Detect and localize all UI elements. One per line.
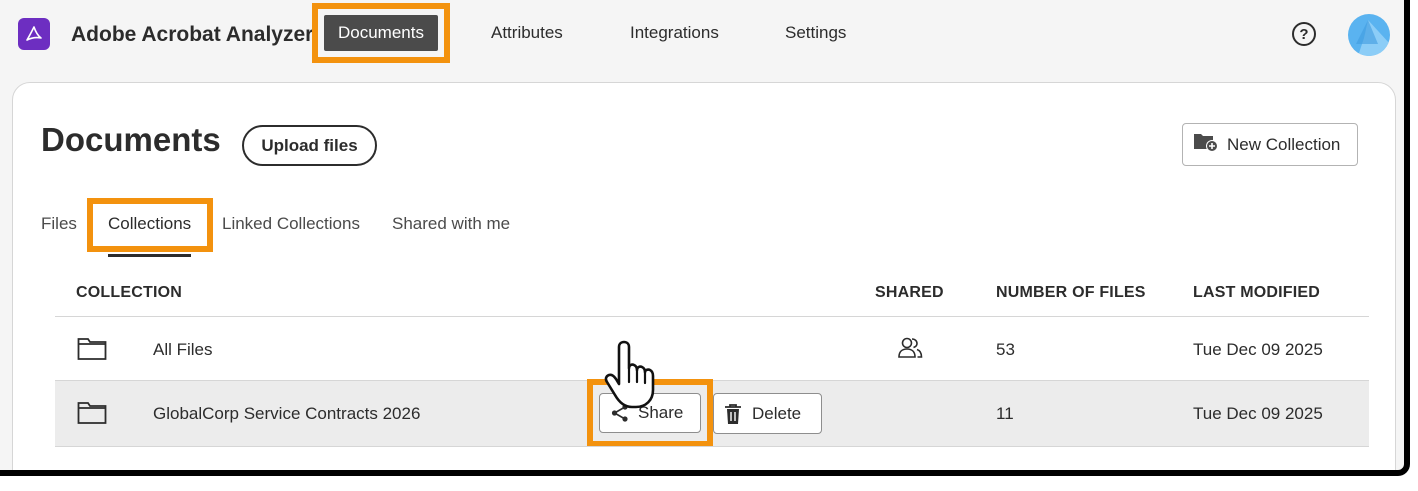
nav-item-attributes[interactable]: Attributes bbox=[491, 23, 563, 43]
trash-icon bbox=[725, 403, 741, 424]
folder-icon bbox=[77, 338, 107, 360]
nav-item-settings[interactable]: Settings bbox=[785, 23, 846, 43]
hand-pointer-icon bbox=[604, 340, 655, 409]
column-header-collection[interactable]: COLLECTION bbox=[76, 284, 182, 302]
header-divider bbox=[55, 316, 1369, 317]
last-modified: Tue Dec 09 2025 bbox=[1193, 340, 1323, 359]
delete-label: Delete bbox=[752, 403, 802, 423]
last-modified: Tue Dec 09 2025 bbox=[1193, 404, 1323, 423]
column-header-last-modified[interactable]: LAST MODIFIED bbox=[1193, 284, 1320, 302]
row-divider bbox=[55, 446, 1369, 447]
tab-shared-with-me[interactable]: Shared with me bbox=[392, 214, 510, 234]
help-icon[interactable]: ? bbox=[1292, 22, 1316, 46]
page-title: Documents bbox=[41, 121, 221, 158]
file-count: 11 bbox=[996, 404, 1014, 423]
column-header-shared[interactable]: SHARED bbox=[875, 284, 944, 302]
nav-item-documents[interactable]: Documents bbox=[324, 15, 438, 51]
column-header-number-of-files[interactable]: NUMBER OF FILES bbox=[996, 284, 1146, 302]
documents-card: Documents Upload files New Collection Fi… bbox=[12, 82, 1396, 470]
avatar[interactable] bbox=[1348, 14, 1390, 56]
file-count: 53 bbox=[996, 340, 1015, 359]
app-window: Adobe Acrobat Analyzer Documents Attribu… bbox=[0, 0, 1410, 476]
tab-linked-collections[interactable]: Linked Collections bbox=[222, 214, 360, 234]
users-icon bbox=[898, 337, 923, 358]
acrobat-logo-icon[interactable] bbox=[18, 18, 50, 50]
top-bar: Adobe Acrobat Analyzer Documents Attribu… bbox=[0, 0, 1404, 72]
active-tab-indicator bbox=[108, 254, 191, 257]
new-collection-label: New Collection bbox=[1227, 134, 1341, 154]
collection-name[interactable]: GlobalCorp Service Contracts 2026 bbox=[153, 404, 420, 424]
tab-files[interactable]: Files bbox=[41, 214, 77, 234]
tab-collections[interactable]: Collections bbox=[108, 214, 191, 234]
app-title: Adobe Acrobat Analyzer bbox=[71, 23, 314, 46]
folder-add-icon bbox=[1193, 131, 1219, 158]
collection-name[interactable]: All Files bbox=[153, 340, 213, 360]
folder-icon bbox=[77, 402, 107, 424]
nav-item-integrations[interactable]: Integrations bbox=[630, 23, 719, 43]
upload-files-button[interactable]: Upload files bbox=[242, 125, 377, 166]
new-collection-button[interactable]: New Collection bbox=[1182, 123, 1358, 166]
delete-button[interactable]: Delete bbox=[713, 393, 822, 434]
